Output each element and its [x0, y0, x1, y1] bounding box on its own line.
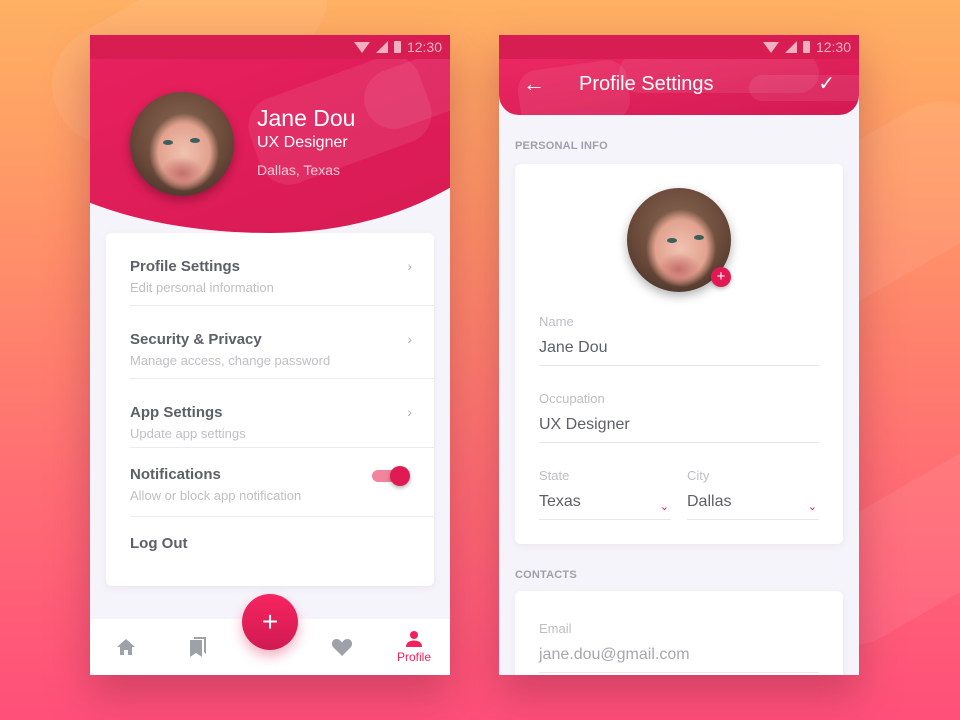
back-button[interactable]: ←	[523, 71, 545, 97]
avatar[interactable]	[130, 92, 234, 196]
city-label: City	[687, 468, 710, 483]
email-value: jane.dou@gmail.com	[539, 646, 690, 663]
menu-item-title: Security & Privacy	[130, 331, 262, 348]
nav-profile-label: Profile	[396, 650, 431, 664]
home-icon	[117, 639, 135, 655]
chevron-down-icon: ⌄	[659, 501, 669, 513]
profile-screen: 12:30 Jane Dou UX Designer Dallas, Texas…	[90, 35, 450, 675]
nav-favorites[interactable]	[312, 619, 372, 675]
name-field[interactable]: Name Jane Dou	[539, 314, 819, 366]
state-value: Texas	[539, 493, 581, 510]
menu-item-notifications: Notifications Allow or block app notific…	[130, 448, 434, 517]
chevron-right-icon: ›	[407, 404, 412, 420]
signal-icon	[375, 41, 388, 53]
avatar-detail	[667, 238, 677, 243]
email-label: Email	[539, 621, 572, 636]
user-name: Jane Dou	[257, 105, 356, 131]
chevron-right-icon: ›	[407, 331, 412, 347]
battery-icon	[802, 41, 810, 53]
menu-item-title: Log Out	[130, 535, 188, 552]
nav-home[interactable]	[96, 619, 156, 675]
status-bar: 12:30	[90, 35, 450, 59]
menu-item-title: App Settings	[130, 404, 223, 421]
city-dropdown[interactable]: City Dallas ⌄	[687, 468, 819, 520]
add-button[interactable]: +	[242, 594, 298, 650]
name-value: Jane Dou	[539, 339, 608, 356]
avatar-detail	[163, 140, 173, 145]
chevron-down-icon: ⌄	[807, 501, 817, 513]
section-title-personal-info: PERSONAL INFO	[515, 140, 608, 152]
add-photo-button[interactable]: +	[711, 267, 731, 287]
wifi-icon	[353, 41, 370, 53]
menu-item-title: Profile Settings	[130, 258, 241, 275]
status-time: 12:30	[406, 39, 442, 55]
profile-info: Jane Dou UX Designer Dallas, Texas	[257, 105, 355, 178]
profile-settings-screen: 12:30 ← Profile Settings ✓ PERSONAL INFO…	[499, 35, 859, 675]
status-bar: 12:30	[499, 35, 859, 59]
city-value: Dallas	[687, 493, 732, 510]
occupation-field[interactable]: Occupation UX Designer	[539, 391, 819, 443]
page-title: Profile Settings	[579, 73, 714, 95]
menu-item-subtitle: Update app settings	[130, 426, 246, 441]
settings-menu: Profile Settings Edit personal informati…	[106, 233, 434, 586]
user-location: Dallas, Texas	[257, 162, 341, 178]
name-label: Name	[539, 314, 574, 329]
signal-icon	[784, 41, 797, 53]
notifications-toggle[interactable]	[372, 466, 410, 486]
profile-icon	[406, 631, 422, 647]
toggle-knob	[390, 466, 410, 486]
contacts-card: Email jane.dou@gmail.com	[515, 591, 843, 675]
menu-item-subtitle: Edit personal information	[130, 280, 274, 295]
occupation-value: UX Designer	[539, 416, 630, 433]
menu-item-subtitle: Manage access, change password	[130, 353, 331, 368]
heart-icon	[331, 639, 353, 656]
menu-item-subtitle: Allow or block app notification	[130, 488, 302, 503]
menu-item-log-out[interactable]: Log Out	[130, 517, 434, 590]
menu-item-profile-settings[interactable]: Profile Settings Edit personal informati…	[130, 233, 434, 306]
battery-icon	[393, 41, 401, 53]
nav-profile[interactable]: Profile	[384, 619, 444, 675]
user-role: UX Designer	[257, 134, 348, 151]
save-button[interactable]: ✓	[818, 71, 835, 96]
chevron-right-icon: ›	[407, 258, 412, 274]
personal-info-card: + Name Jane Dou Occupation UX Designer S…	[515, 164, 843, 544]
state-dropdown[interactable]: State Texas ⌄	[539, 468, 671, 520]
avatar-detail	[190, 138, 200, 143]
bookmarks-icon	[190, 637, 206, 657]
wifi-icon	[762, 41, 779, 53]
menu-item-app-settings[interactable]: App Settings Update app settings ›	[130, 379, 434, 448]
header-decoration	[749, 75, 859, 101]
status-time: 12:30	[815, 39, 851, 55]
state-label: State	[539, 468, 570, 483]
email-field[interactable]: Email jane.dou@gmail.com	[539, 621, 819, 673]
menu-item-security-privacy[interactable]: Security & Privacy Manage access, change…	[130, 306, 434, 379]
avatar-detail	[694, 235, 704, 240]
nav-bookmarks[interactable]	[168, 619, 228, 675]
occupation-label: Occupation	[539, 391, 605, 406]
section-title-contacts: CONTACTS	[515, 569, 577, 581]
